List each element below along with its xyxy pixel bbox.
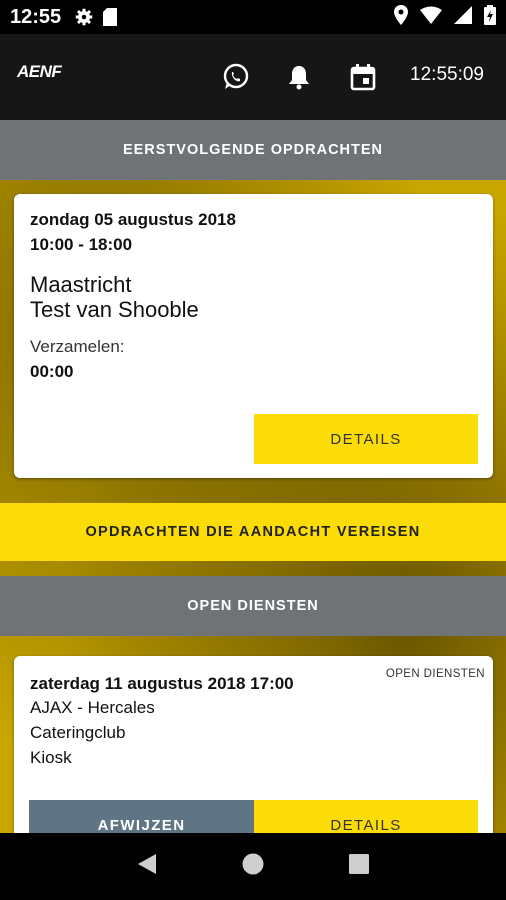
upcoming-assignments-header: EERSTVOLGENDE OPDRACHTEN: [0, 120, 506, 180]
status-time: 12:55: [10, 5, 62, 28]
battery-icon: [484, 4, 496, 30]
open-services-tag: OPEN DIENSTEN: [385, 668, 485, 680]
signal-icon: [454, 5, 472, 29]
sd-card-icon: [103, 8, 118, 26]
upcoming-assignment-card[interactable]: zondag 05 augustus 2018 10:00 - 18:00 Ma…: [14, 194, 493, 478]
service-match: AJAX - Hercales: [30, 698, 155, 717]
notifications-bell-icon[interactable]: [284, 62, 314, 92]
assignment-event: Test van Shooble: [30, 297, 199, 322]
system-navigation-bar: [0, 833, 506, 900]
open-services-header: OPEN DIENSTEN: [0, 576, 506, 636]
attention-required-banner[interactable]: OPDRACHTEN DIE AANDACHT VEREISEN: [0, 503, 506, 561]
service-role: Kiosk: [30, 748, 72, 767]
location-pin-icon: [394, 4, 408, 30]
assignment-date: zondag 05 augustus 2018: [30, 210, 236, 229]
collect-time: 00:00: [30, 362, 74, 381]
open-service-card[interactable]: OPEN DIENSTEN zaterdag 11 augustus 2018 …: [14, 656, 493, 833]
wifi-icon: [420, 6, 442, 29]
back-icon[interactable]: [136, 852, 158, 881]
main-content[interactable]: EERSTVOLGENDE OPDRACHTEN zondag 05 augus…: [0, 120, 506, 833]
app-logo: AENF: [17, 62, 62, 81]
service-datetime: zaterdag 11 augustus 2018 17:00: [30, 674, 294, 693]
recents-icon[interactable]: [348, 853, 370, 880]
calendar-icon[interactable]: [348, 62, 378, 92]
app-clock: 12:55:09: [410, 64, 484, 85]
service-club: Cateringclub: [30, 723, 126, 742]
collect-label: Verzamelen:: [30, 337, 125, 356]
reject-button[interactable]: AFWIJZEN: [29, 800, 254, 833]
home-icon[interactable]: [241, 852, 265, 881]
whatsapp-icon[interactable]: [221, 62, 251, 92]
app-bar: AENF 12:55:09: [0, 34, 506, 120]
details-button[interactable]: DETAILS: [254, 414, 478, 464]
open-service-details-button[interactable]: DETAILS: [254, 800, 478, 833]
assignment-location: Maastricht: [30, 272, 132, 297]
status-bar: 12:55: [0, 0, 506, 34]
status-right-icons: [394, 4, 496, 30]
settings-gear-icon: [75, 8, 93, 26]
assignment-time: 10:00 - 18:00: [30, 235, 133, 254]
